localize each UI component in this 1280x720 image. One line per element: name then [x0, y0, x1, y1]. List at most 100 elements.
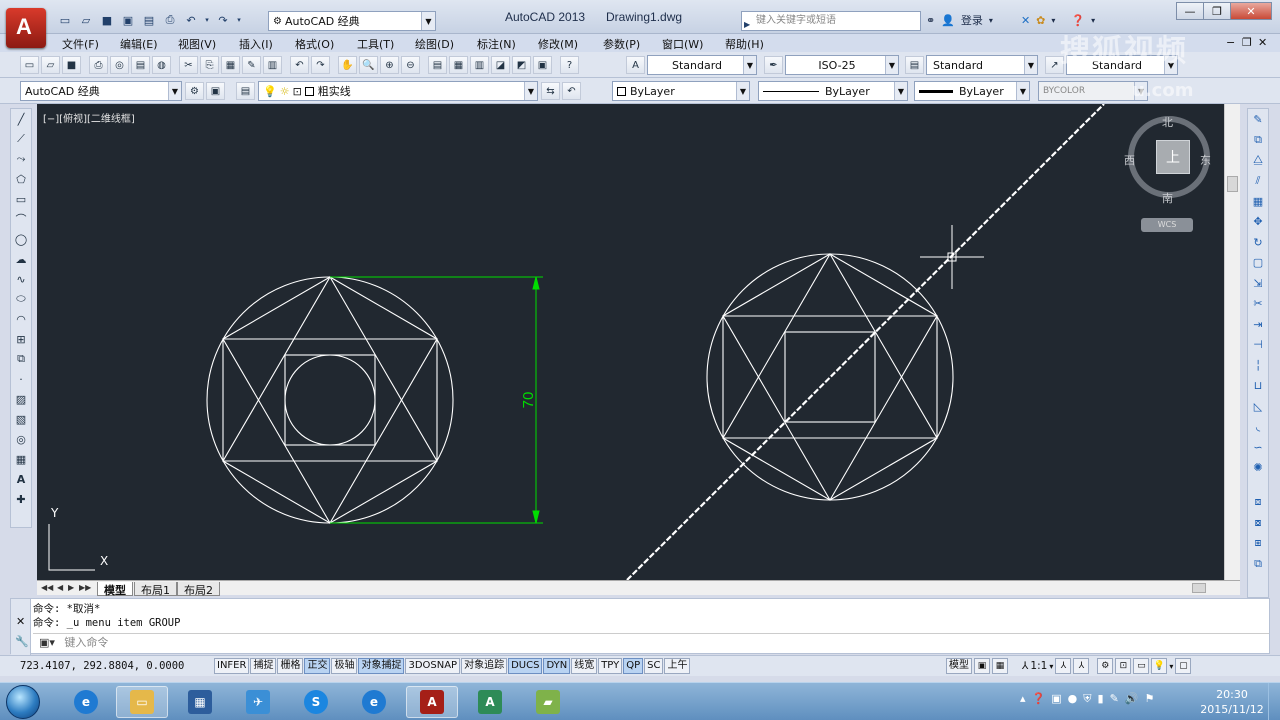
hatch-icon[interactable]: ▨	[11, 389, 31, 409]
menu-format[interactable]: 格式(O)	[295, 36, 334, 52]
add-selected-icon[interactable]: ✚	[11, 489, 31, 509]
status-toggle[interactable]: QP	[623, 658, 644, 674]
insert-block-icon[interactable]: ⊞	[11, 329, 31, 349]
status-toggle[interactable]: 对象捕捉	[358, 658, 405, 674]
last-tab-icon[interactable]: ▶▶	[79, 583, 91, 592]
status-toggle[interactable]: SC	[644, 658, 664, 674]
arc-icon[interactable]: ⌒	[11, 209, 31, 229]
first-tab-icon[interactable]: ◀◀	[41, 583, 53, 592]
linetype-select[interactable]: ByLayer ▼	[758, 81, 908, 101]
menu-draw[interactable]: 绘图(D)	[415, 36, 454, 52]
status-toggle[interactable]: 线宽	[571, 658, 598, 674]
taskbar-app[interactable]: ✈	[232, 686, 284, 718]
publish-icon[interactable]: ▤	[131, 56, 150, 74]
save-icon[interactable]: ■	[62, 56, 81, 74]
search-input[interactable]: ▶ 键入关键字或短语	[741, 11, 921, 31]
gradient-icon[interactable]: ▧	[11, 409, 31, 429]
properties-icon[interactable]: ▤	[428, 56, 447, 74]
ellipse-icon[interactable]: ⬭	[11, 289, 31, 309]
join-icon[interactable]: ⊔	[1248, 376, 1268, 397]
close-icon[interactable]: ✕	[16, 615, 25, 628]
cursor-coordinates[interactable]: 723.4107, 292.8804, 0.0000	[20, 660, 184, 672]
annotation-visibility-icon[interactable]: ⅄	[1055, 658, 1072, 674]
volume-icon[interactable]: 🔊	[1125, 692, 1139, 706]
make-current-layer-icon[interactable]: ⇆	[541, 82, 560, 100]
save-icon[interactable]: ■	[98, 11, 116, 29]
clean-screen-icon[interactable]: ▣	[206, 82, 225, 100]
status-toggle[interactable]: INFER	[214, 658, 250, 674]
sheet-set-icon[interactable]: ◪	[491, 56, 510, 74]
polyline-icon[interactable]: ⤳	[11, 149, 31, 169]
taskbar-media[interactable]: ▦	[174, 686, 226, 718]
taskbar-autocad[interactable]: A	[406, 686, 458, 718]
dim-style-select[interactable]: ISO-25 ▼	[785, 55, 899, 75]
block-editor-icon[interactable]: ▥	[263, 56, 282, 74]
binoculars-icon[interactable]: ⚭	[926, 14, 935, 27]
stretch-icon[interactable]: ⇲	[1248, 273, 1268, 294]
preview-icon[interactable]: ◎	[110, 56, 129, 74]
services-icon[interactable]: ✿	[1036, 14, 1045, 27]
table-style-select[interactable]: Standard ▼	[926, 55, 1038, 75]
shield-icon[interactable]: ⛨	[1083, 692, 1091, 706]
paste-icon[interactable]: ▦	[221, 56, 240, 74]
viewcube-top-face[interactable]: 上	[1156, 140, 1190, 174]
doc-restore-icon[interactable]: ❐	[1242, 36, 1252, 49]
table-style-icon[interactable]: ▤	[905, 56, 924, 74]
copy-icon[interactable]: ⎘	[200, 56, 219, 74]
maximize-button[interactable]: ❐	[1203, 2, 1231, 20]
start-button[interactable]	[6, 685, 40, 719]
open-icon[interactable]: ▱	[77, 11, 95, 29]
model-space-button[interactable]: 模型	[946, 658, 972, 674]
point-icon[interactable]: ·	[11, 369, 31, 389]
scale-icon[interactable]: ▢	[1248, 253, 1268, 274]
hardware-acceleration-icon[interactable]: ▭	[1133, 658, 1150, 674]
text-style-select[interactable]: Standard ▼	[647, 55, 757, 75]
fillet-icon[interactable]: ◟	[1248, 417, 1268, 438]
exchange-icon[interactable]: ✕	[1021, 14, 1030, 27]
clean-screen-icon[interactable]: ▢	[1175, 658, 1192, 674]
quick-view-layouts-icon[interactable]: ▣	[974, 658, 990, 674]
chevron-down-icon[interactable]: ▾	[1049, 662, 1053, 671]
qnew-icon[interactable]: ▭	[20, 56, 39, 74]
status-toggle[interactable]: 极轴	[331, 658, 358, 674]
menu-window[interactable]: 窗口(W)	[662, 36, 703, 52]
status-toggle[interactable]: DYN	[543, 658, 571, 674]
move-icon[interactable]: ✥	[1248, 212, 1268, 233]
undo-icon[interactable]: ↶	[290, 56, 309, 74]
menu-file[interactable]: 文件(F)	[62, 36, 99, 52]
bring-front-icon[interactable]: ⧇	[1248, 513, 1268, 534]
command-input[interactable]: ▣▾ 键入命令	[33, 633, 1269, 651]
pen-icon[interactable]: ✎	[1110, 692, 1119, 706]
zoom-window-icon[interactable]: ⊕	[380, 56, 399, 74]
markup-icon[interactable]: ◩	[512, 56, 531, 74]
wcs-menu-button[interactable]: WCS	[1141, 218, 1193, 232]
status-toggle[interactable]: TPY	[598, 658, 623, 674]
ellipse-arc-icon[interactable]: ◠	[11, 309, 31, 329]
qq-icon[interactable]: ●	[1068, 692, 1078, 706]
workspace-switch-icon[interactable]: ⚙	[1097, 658, 1114, 674]
tab-model[interactable]: 模型	[97, 582, 133, 597]
compass-south[interactable]: 南	[1162, 190, 1173, 206]
isolate-objects-icon[interactable]: 💡	[1151, 658, 1168, 674]
minimize-button[interactable]: —	[1176, 2, 1204, 20]
app-tray-icon[interactable]: ▣	[1051, 692, 1061, 706]
taskbar-recorder[interactable]: A	[464, 686, 516, 718]
tab-layout1[interactable]: 布局1	[134, 582, 177, 597]
tool-palettes-icon[interactable]: ▥	[470, 56, 489, 74]
help-tray-icon[interactable]: ❓	[1032, 692, 1046, 706]
copy-object-icon[interactable]: ⧉	[1248, 130, 1268, 151]
taskbar-explorer[interactable]: ▭	[116, 686, 168, 718]
prev-tab-icon[interactable]: ◀	[57, 583, 63, 592]
lock-icon[interactable]: ⊡	[1115, 658, 1132, 674]
layer-previous-icon[interactable]: ↶	[562, 82, 581, 100]
menu-dimension[interactable]: 标注(N)	[477, 36, 516, 52]
blend-icon[interactable]: ∽	[1248, 437, 1268, 458]
text-front-icon[interactable]: ⧉	[1248, 554, 1268, 575]
redo-dropdown-icon[interactable]: ▾	[235, 11, 243, 29]
chevron-down-icon[interactable]: ▾	[1169, 662, 1173, 671]
menu-edit[interactable]: 编辑(E)	[120, 36, 158, 52]
3d-dwf-icon[interactable]: ◍	[152, 56, 171, 74]
status-toggle[interactable]: 对象追踪	[461, 658, 508, 674]
erase-icon[interactable]: ✎	[1248, 109, 1268, 130]
taskbar-other[interactable]: ▰	[522, 686, 574, 718]
